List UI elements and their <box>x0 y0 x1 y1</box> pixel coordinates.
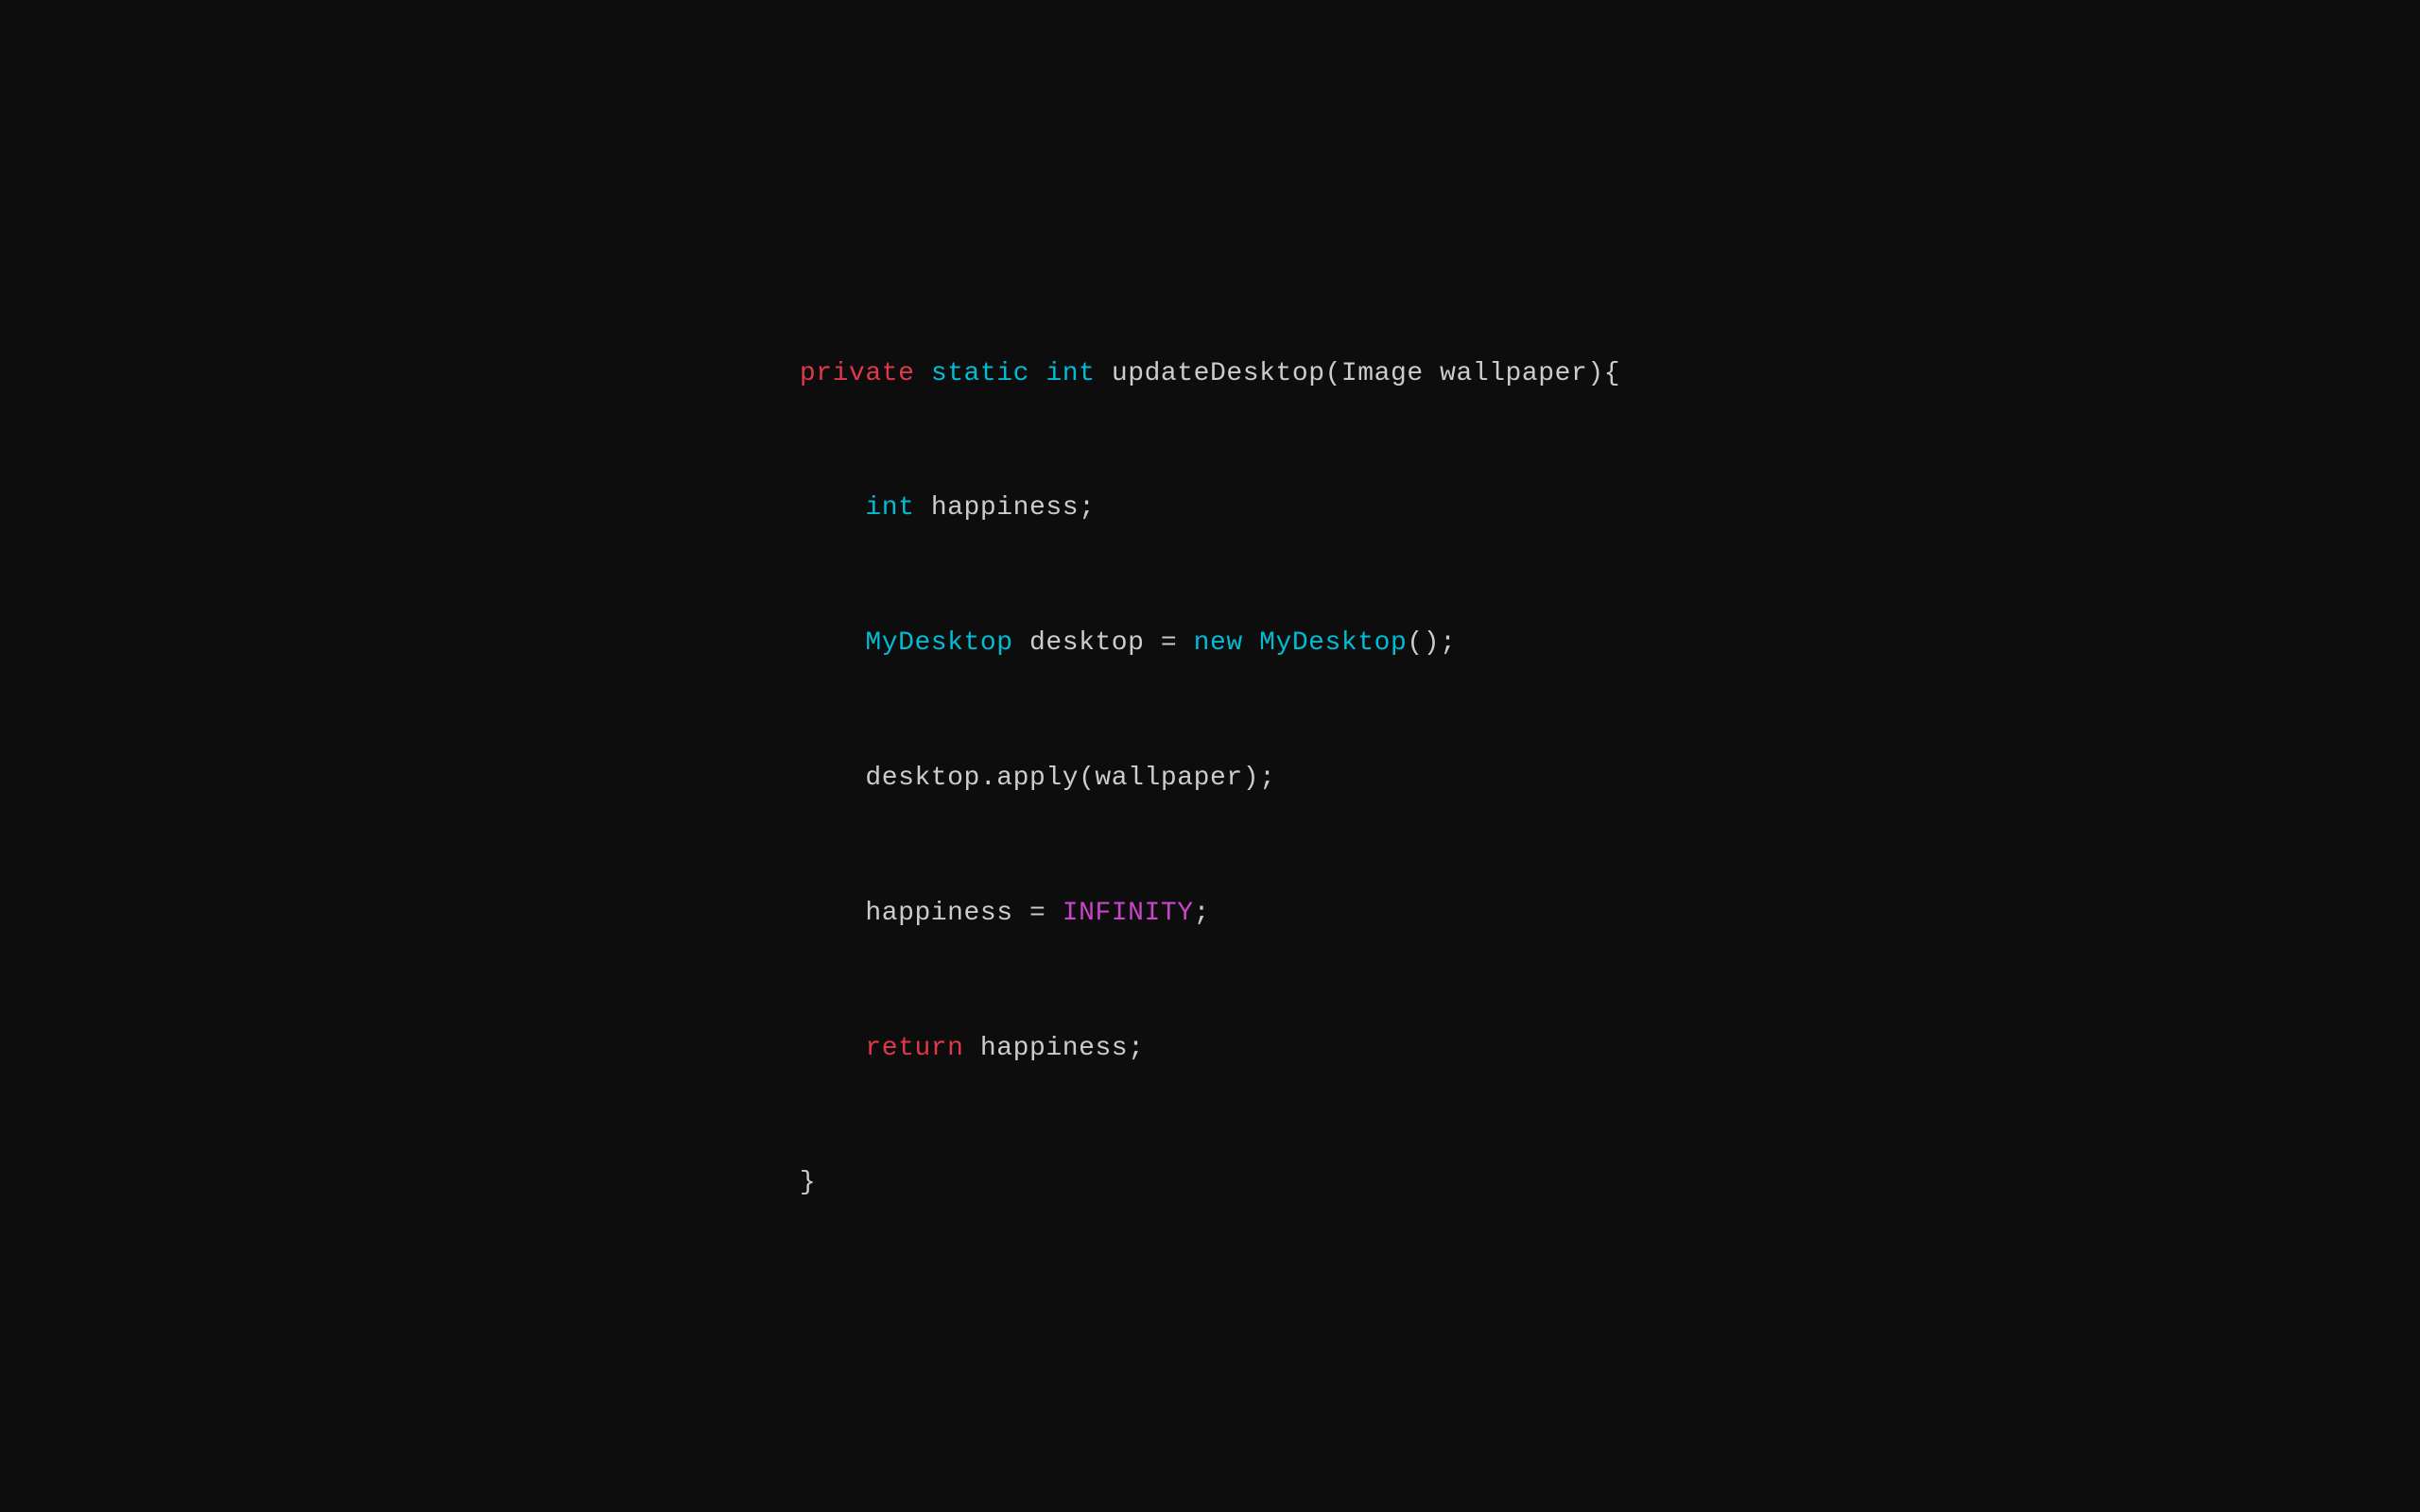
closing-brace: } <box>800 1168 816 1197</box>
line3-rest2: (); <box>1407 628 1456 658</box>
line1-rest: updateDesktop(Image wallpaper){ <box>1095 359 1620 388</box>
line4-content: desktop.apply(wallpaper); <box>800 764 1276 793</box>
line6-rest: happiness; <box>964 1034 1145 1063</box>
constant-infinity: INFINITY <box>1063 899 1194 928</box>
keyword-private: private <box>800 359 915 388</box>
keyword-static: static <box>931 359 1029 388</box>
class-mydesktop-2: MyDesktop <box>1259 628 1407 658</box>
keyword-return: return <box>865 1034 963 1063</box>
line5-rest2: ; <box>1194 899 1210 928</box>
code-display: private static int updateDesktop(Image w… <box>800 261 1620 1250</box>
code-line-1: private static int updateDesktop(Image w… <box>800 352 1620 397</box>
line2-rest: happiness; <box>914 493 1095 523</box>
keyword-new: new <box>1194 628 1243 658</box>
code-line-6: return happiness; <box>800 1026 1620 1072</box>
class-mydesktop-1: MyDesktop <box>865 628 1012 658</box>
code-line-2: int happiness; <box>800 486 1620 531</box>
code-line-3: MyDesktop desktop = new MyDesktop(); <box>800 621 1620 666</box>
code-line-7: } <box>800 1160 1620 1206</box>
keyword-int-line1: int <box>1046 359 1095 388</box>
code-line-5: happiness = INFINITY; <box>800 891 1620 936</box>
code-line-4: desktop.apply(wallpaper); <box>800 756 1620 801</box>
keyword-int-line2: int <box>865 493 914 523</box>
